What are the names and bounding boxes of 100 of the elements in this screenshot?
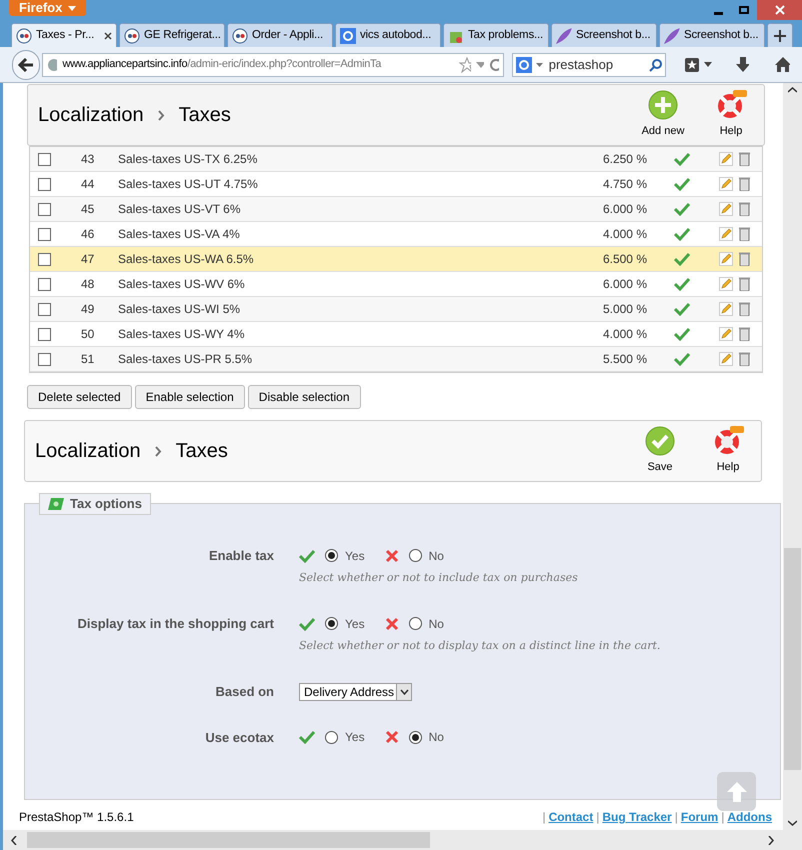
table-row[interactable]: 45 Sales-taxes US-VT 6% 6.000 %: [30, 197, 762, 222]
pencil-icon[interactable]: [719, 252, 733, 266]
table-row[interactable]: 49 Sales-taxes US-WI 5% 5.000 %: [30, 297, 762, 322]
pencil-icon[interactable]: [719, 352, 733, 366]
option-label[interactable]: No: [428, 614, 444, 633]
close-button[interactable]: [757, 0, 802, 20]
footer-link[interactable]: Forum: [680, 808, 718, 826]
pencil-icon[interactable]: [719, 227, 733, 241]
option-label[interactable]: Yes: [345, 728, 365, 746]
checkmark-icon: [299, 548, 315, 563]
save-button[interactable]: Save: [637, 426, 683, 476]
radio-button[interactable]: [408, 617, 422, 630]
checkmark-icon[interactable]: [674, 252, 690, 266]
pencil-icon[interactable]: [719, 277, 733, 291]
pencil-icon[interactable]: [719, 177, 733, 191]
footer-link[interactable]: Contact: [548, 808, 594, 826]
trash-can-icon[interactable]: [739, 202, 750, 216]
option-label[interactable]: Yes: [345, 614, 365, 633]
checkmark-icon[interactable]: [674, 277, 690, 291]
table-row[interactable]: 43 Sales-taxes US-TX 6.25% 6.250 %: [30, 147, 762, 172]
option-label[interactable]: Yes: [345, 546, 365, 565]
search-icon[interactable]: [648, 58, 662, 72]
row-checkbox[interactable]: [38, 278, 51, 290]
row-checkbox[interactable]: [38, 328, 51, 340]
checkmark-icon[interactable]: [674, 227, 690, 241]
pencil-icon[interactable]: [719, 202, 733, 216]
address-field[interactable]: www.appliancepartsinc.info/admin-eric/index.php?controller=AdminTa: [42, 52, 504, 76]
browser-tab[interactable]: Screenshot b...: [659, 23, 765, 47]
radio-button[interactable]: [408, 730, 422, 744]
row-checkbox[interactable]: [38, 152, 51, 166]
table-row[interactable]: 47 Sales-taxes US-WA 6.5% 6.500 %: [30, 247, 762, 272]
radio-button[interactable]: [325, 730, 338, 744]
pencil-icon[interactable]: [719, 302, 733, 316]
search-box[interactable]: prestashop: [512, 52, 666, 76]
download-arrow-icon[interactable]: [736, 56, 750, 72]
close-tab-icon[interactable]: [104, 32, 112, 40]
name-cell-text: Sales-taxes US-VT 6%: [118, 201, 242, 218]
dropdown-icon[interactable]: [536, 62, 543, 66]
trash-can-icon[interactable]: [739, 152, 750, 166]
trash-can-icon[interactable]: [739, 227, 750, 241]
star-icon[interactable]: [459, 56, 472, 72]
scroll-left-icon[interactable]: [11, 836, 17, 844]
reload-icon[interactable]: [488, 58, 500, 72]
scroll-right-icon[interactable]: [768, 836, 774, 844]
radio-button[interactable]: [325, 549, 338, 562]
plus-icon: [774, 30, 786, 42]
home-icon[interactable]: [775, 57, 790, 72]
scrollbar-thumb[interactable]: [784, 548, 801, 770]
checkmark-icon[interactable]: [674, 152, 690, 166]
footer-link[interactable]: Bug Tracker: [602, 808, 672, 826]
trash-can-icon[interactable]: [739, 252, 750, 266]
browser-tab[interactable]: Screenshot b...: [551, 23, 657, 47]
browser-tab[interactable]: Taxes - Pr...: [11, 23, 117, 47]
trash-can-icon[interactable]: [739, 277, 750, 291]
select-field[interactable]: Delivery Address: [299, 682, 412, 701]
help-button[interactable]: Help: [708, 90, 754, 140]
row-checkbox[interactable]: [38, 228, 51, 240]
pencil-icon[interactable]: [719, 327, 733, 341]
help-button[interactable]: Help: [705, 426, 751, 476]
bulk-action-button[interactable]: Delete selected: [27, 385, 132, 409]
search-field[interactable]: prestashop: [548, 54, 645, 74]
new-tab-button[interactable]: [767, 23, 793, 47]
browser-tab[interactable]: GE Refrigerat...: [119, 23, 225, 47]
footer-link[interactable]: Addons: [727, 808, 772, 826]
trash-can-icon[interactable]: [739, 327, 750, 341]
table-row[interactable]: 51 Sales-taxes US-PR 5.5% 5.500 %: [30, 347, 762, 372]
browser-tab[interactable]: Order - Appli...: [227, 23, 333, 47]
bulk-action-button[interactable]: Disable selection: [248, 385, 360, 409]
checkmark-icon[interactable]: [674, 327, 690, 341]
checkmark-icon[interactable]: [674, 202, 690, 216]
pencil-icon[interactable]: [719, 152, 733, 166]
id-cell-text: 43: [81, 151, 96, 168]
option-label[interactable]: No: [428, 728, 444, 746]
scrollbar-thumb[interactable]: [27, 832, 430, 848]
bookmarks-button[interactable]: [684, 56, 712, 72]
bulk-action-button[interactable]: Enable selection: [134, 385, 245, 409]
row-checkbox[interactable]: [38, 202, 51, 216]
row-checkbox[interactable]: [38, 302, 51, 316]
option-label[interactable]: No: [428, 546, 444, 565]
checkmark-icon[interactable]: [674, 177, 690, 191]
checkmark-circle-icon: [645, 426, 675, 456]
trash-can-icon[interactable]: [739, 352, 750, 366]
row-checkbox[interactable]: [38, 178, 51, 190]
trash-can-icon[interactable]: [739, 302, 750, 316]
breadcrumb-item[interactable]: Localization: [38, 100, 144, 130]
checkmark-icon[interactable]: [674, 352, 690, 366]
browser-tab[interactable]: Tax problems...: [443, 23, 549, 47]
breadcrumb-item[interactable]: Localization: [35, 436, 141, 466]
back-button[interactable]: [12, 50, 40, 80]
add-button[interactable]: Add new: [640, 90, 686, 140]
radio-button[interactable]: [408, 549, 422, 562]
scroll-up-icon[interactable]: [788, 87, 797, 93]
checkmark-icon[interactable]: [674, 302, 690, 316]
radio-button[interactable]: [325, 617, 338, 630]
row-checkbox[interactable]: [38, 352, 51, 366]
scroll-down-icon[interactable]: [788, 820, 797, 826]
row-checkbox[interactable]: [38, 252, 51, 266]
browser-tab[interactable]: vics autobod...: [335, 23, 441, 47]
trash-can-icon[interactable]: [739, 177, 750, 191]
dropdown-icon[interactable]: [476, 62, 484, 68]
